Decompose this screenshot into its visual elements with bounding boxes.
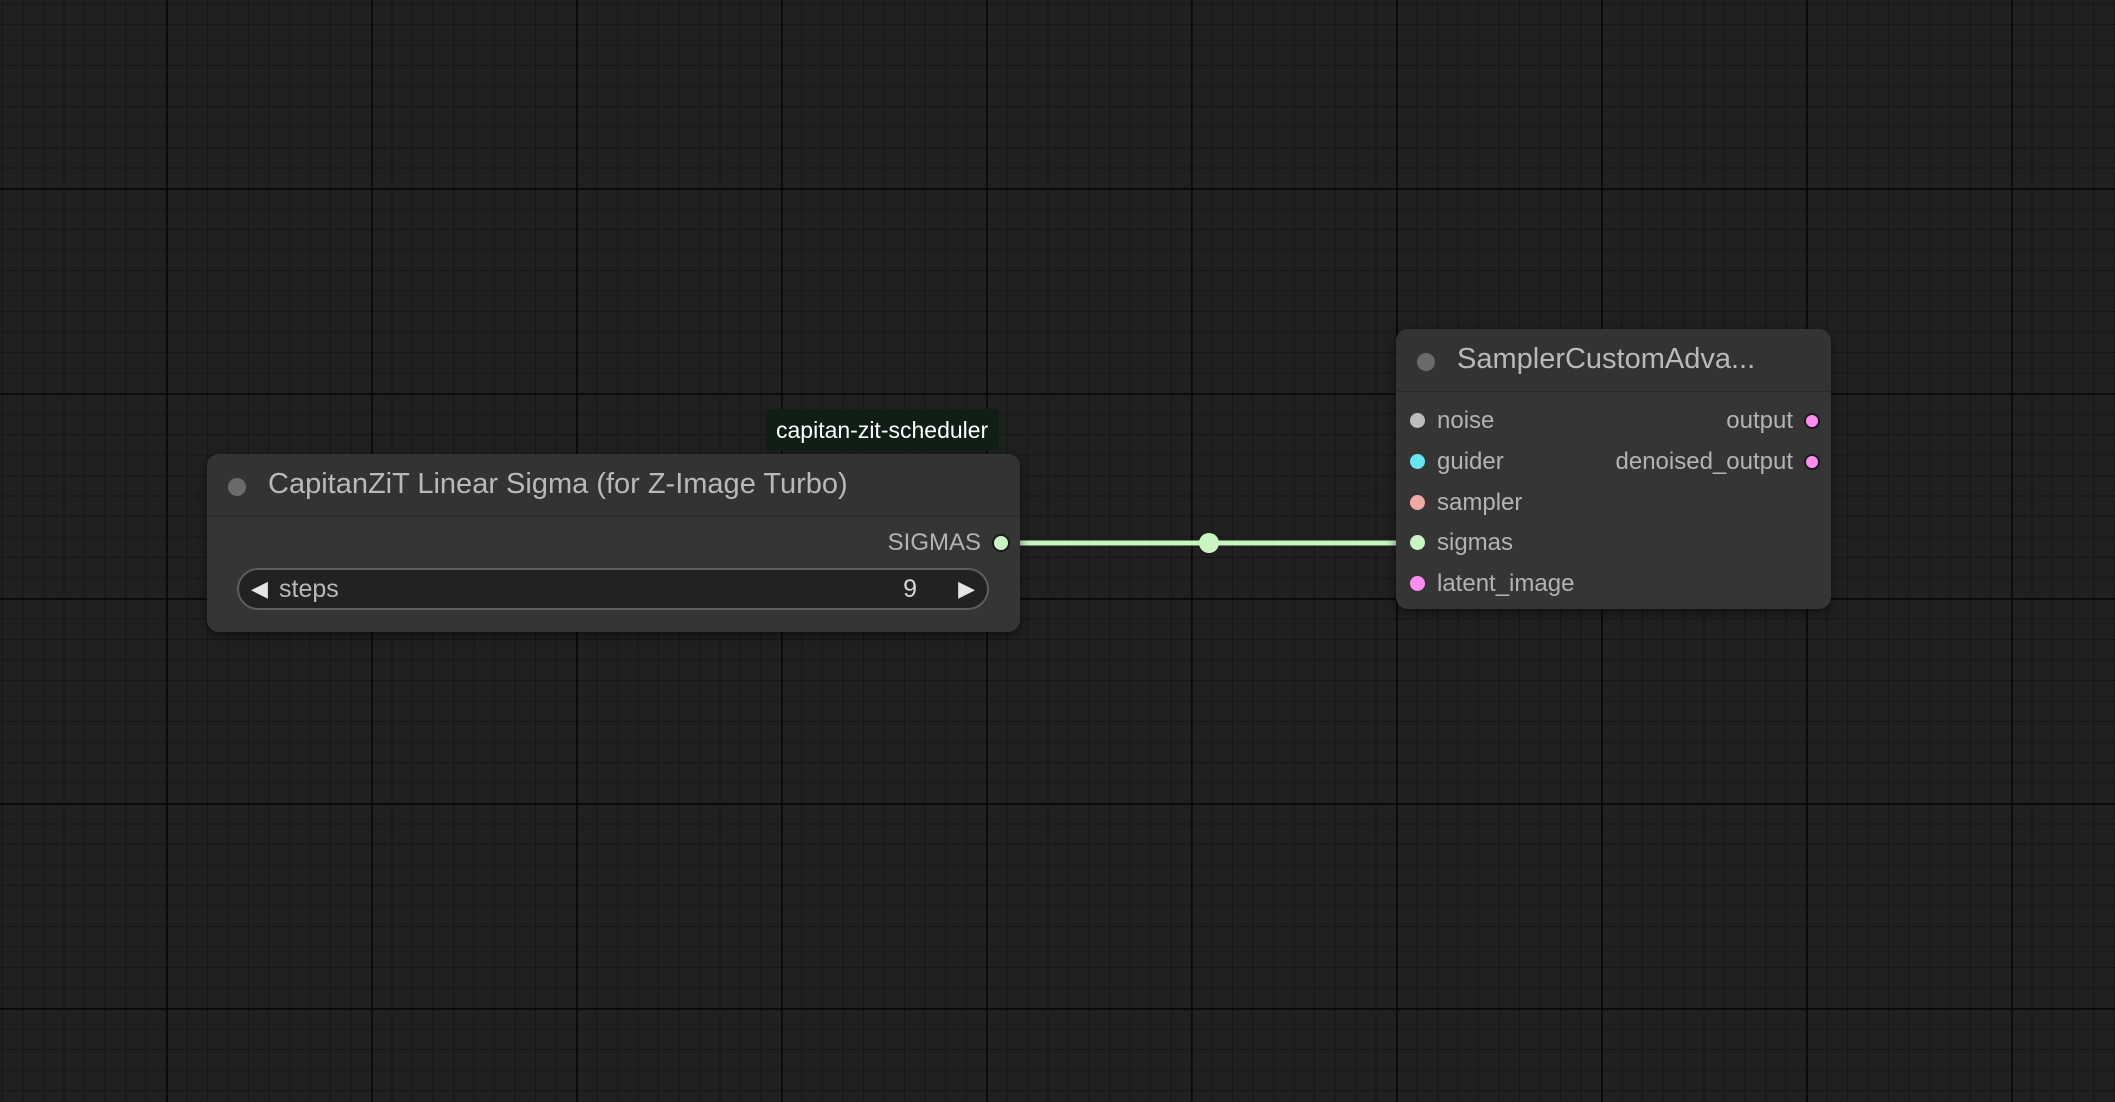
input-dot-guider-icon[interactable]	[1410, 454, 1425, 469]
triangle-left-icon[interactable]: ◀	[251, 570, 268, 608]
steps-number-widget[interactable]: ◀ steps 9 ▶	[237, 568, 989, 610]
input-slot-sigmas[interactable]: sigmas	[1396, 528, 1606, 558]
collapse-dot-icon[interactable]	[1417, 353, 1435, 371]
node-title: CapitanZiT Linear Sigma (for Z-Image Tur…	[268, 468, 848, 500]
input-label-latent-image: latent_image	[1437, 570, 1575, 597]
node-title: SamplerCustomAdva...	[1457, 343, 1756, 375]
output-slot-denoised-output[interactable]: denoised_output	[1601, 447, 1831, 477]
input-slot-noise[interactable]: noise	[1396, 406, 1606, 436]
input-dot-latent-image-icon[interactable]	[1410, 576, 1425, 591]
output-label-sigmas: SIGMAS	[887, 529, 981, 556]
node-sampler-custom-advanced[interactable]: SamplerCustomAdva... noise guider sample…	[1396, 329, 1831, 609]
input-dot-noise-icon[interactable]	[1410, 413, 1425, 428]
output-slot-sigmas[interactable]: SIGMAS	[207, 528, 1020, 558]
collapse-dot-icon[interactable]	[228, 478, 246, 496]
output-label-output: output	[1726, 407, 1793, 434]
node-header[interactable]: CapitanZiT Linear Sigma (for Z-Image Tur…	[207, 454, 1020, 517]
input-dot-sigmas-icon[interactable]	[1410, 535, 1425, 550]
output-dot-denoised-output-icon[interactable]	[1804, 454, 1820, 470]
input-slot-guider[interactable]: guider	[1396, 447, 1606, 477]
node-header[interactable]: SamplerCustomAdva...	[1396, 329, 1831, 392]
input-slot-latent-image[interactable]: latent_image	[1396, 569, 1606, 599]
input-label-sampler: sampler	[1437, 489, 1523, 516]
output-dot-sigmas-icon[interactable]	[992, 534, 1010, 552]
input-dot-sampler-icon[interactable]	[1410, 495, 1425, 510]
widget-value[interactable]: 9	[903, 570, 917, 608]
triangle-right-icon[interactable]: ▶	[958, 570, 975, 608]
node-capitanzit-linear-sigma[interactable]: CapitanZiT Linear Sigma (for Z-Image Tur…	[207, 454, 1020, 632]
input-slot-sampler[interactable]: sampler	[1396, 488, 1606, 518]
output-dot-output-icon[interactable]	[1804, 413, 1820, 429]
input-label-guider: guider	[1437, 448, 1504, 475]
input-label-noise: noise	[1437, 407, 1495, 434]
node-source-tooltip: capitan-zit-scheduler	[765, 409, 1000, 451]
widget-label: steps	[279, 575, 339, 603]
output-label-denoised-output: denoised_output	[1615, 448, 1794, 475]
output-slot-output[interactable]: output	[1601, 406, 1831, 436]
input-label-sigmas: sigmas	[1437, 529, 1514, 556]
